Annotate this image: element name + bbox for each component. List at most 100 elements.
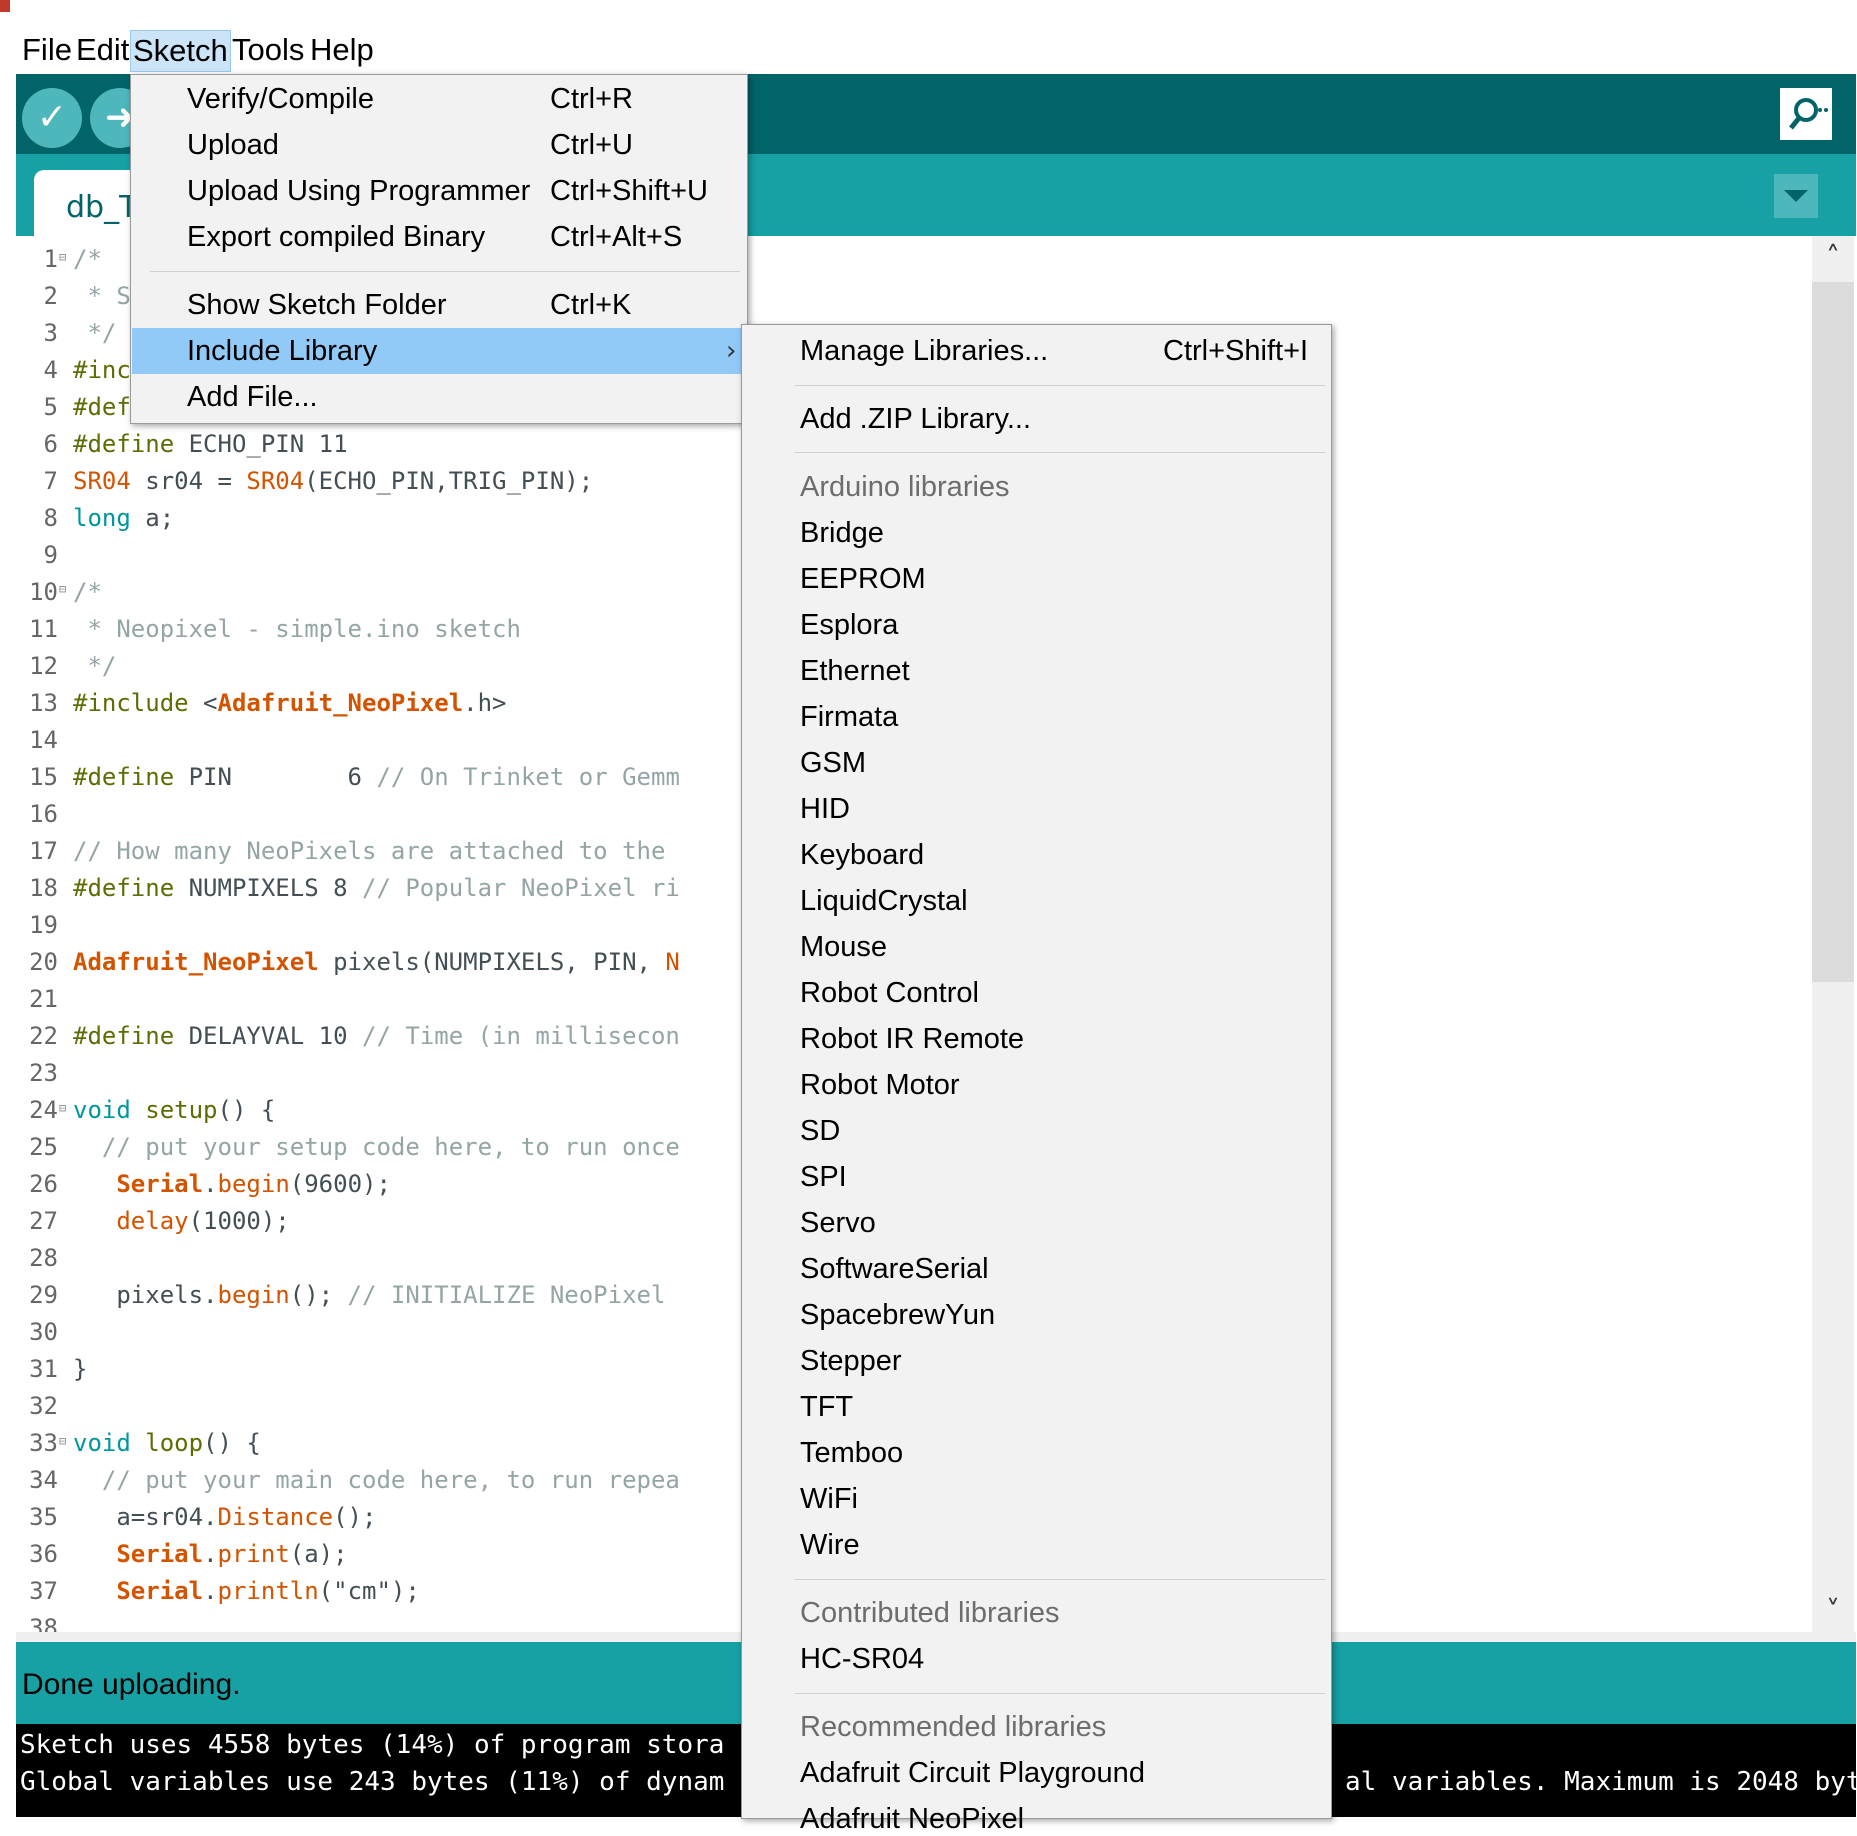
menu-item-export-binary[interactable]: Export compiled Binary [187, 221, 485, 254]
menu-separator [795, 1579, 1325, 1580]
code-line: a=sr04.Distance(); [73, 1503, 377, 1531]
line-number: 27 [29, 1207, 58, 1235]
library-item-wifi[interactable]: WiFi [800, 1483, 858, 1516]
chevron-down-icon [1784, 190, 1808, 202]
code-line: #define ECHO_PIN 11 [73, 430, 348, 458]
menu-item-include-library[interactable]: Include Library [187, 335, 377, 368]
menu-tools[interactable]: Tools [230, 30, 306, 70]
code-line: /* [73, 578, 102, 606]
menu-item-upload-programmer[interactable]: Upload Using Programmer [187, 175, 530, 208]
library-item-bridge[interactable]: Bridge [800, 517, 884, 550]
library-item-sd[interactable]: SD [800, 1115, 840, 1148]
line-number: 25 [29, 1133, 58, 1161]
library-item-ethernet[interactable]: Ethernet [800, 655, 910, 688]
line-number: 15 [29, 763, 58, 791]
line-number: 8 [43, 504, 58, 532]
window-edge [0, 0, 10, 12]
library-item-hc-sr04[interactable]: HC-SR04 [800, 1643, 924, 1676]
library-item-esplora[interactable]: Esplora [800, 609, 898, 642]
line-number: 18 [29, 874, 58, 902]
library-item-wire[interactable]: Wire [800, 1529, 860, 1562]
menu-separator [795, 1693, 1325, 1694]
menu-help[interactable]: Help [308, 30, 376, 70]
menu-file[interactable]: File [20, 30, 74, 70]
shortcut-label: Ctrl+R [550, 83, 633, 115]
verify-button[interactable]: ✓ [22, 88, 82, 148]
code-line: #define NUMPIXELS 8 // Popular NeoPixel … [73, 874, 680, 902]
code-line: * Neopixel - simple.ino sketch [73, 615, 521, 643]
library-item-mouse[interactable]: Mouse [800, 931, 887, 964]
library-item-spi[interactable]: SPI [800, 1161, 847, 1194]
library-item-firmata[interactable]: Firmata [800, 701, 898, 734]
menu-item-upload[interactable]: Upload [187, 129, 279, 162]
console-line-tail: al variables. Maximum is 2048 byt [1345, 1767, 1857, 1797]
fold-icon[interactable]: ⊟ [59, 1434, 66, 1448]
line-number: 13 [29, 689, 58, 717]
menu-separator [795, 452, 1325, 453]
menu-sketch[interactable]: Sketch [130, 30, 231, 72]
line-number: 1 [43, 245, 58, 273]
line-number: 35 [29, 1503, 58, 1531]
line-number: 7 [43, 467, 58, 495]
line-number: 19 [29, 911, 58, 939]
library-item-liquidcrystal[interactable]: LiquidCrystal [800, 885, 968, 918]
library-item-spacebrewyun[interactable]: SpacebrewYun [800, 1299, 995, 1332]
line-number: 6 [43, 430, 58, 458]
chevron-right-icon: › [726, 336, 737, 366]
shortcut-label: Ctrl+K [550, 289, 632, 321]
code-line: long a; [73, 504, 175, 532]
line-number: 33 [29, 1429, 58, 1457]
library-item-tft[interactable]: TFT [800, 1391, 853, 1424]
title-bar [0, 0, 1857, 12]
fold-icon[interactable]: ⊟ [59, 1101, 66, 1115]
line-number: 22 [29, 1022, 58, 1050]
library-item-robot-motor[interactable]: Robot Motor [800, 1069, 960, 1102]
line-number: 28 [29, 1244, 58, 1272]
code-line: Adafruit_NeoPixel pixels(NUMPIXELS, PIN,… [73, 948, 680, 976]
library-item-adafruit-circuit-playground[interactable]: Adafruit Circuit Playground [800, 1757, 1145, 1790]
code-line: } [73, 1355, 88, 1383]
line-number: 36 [29, 1540, 58, 1568]
chevron-down-icon[interactable]: ˅ [1818, 1596, 1848, 1626]
line-number: 31 [29, 1355, 58, 1383]
code-line: Serial.println("cm"); [116, 1577, 420, 1605]
menu-item-show-sketch-folder[interactable]: Show Sketch Folder [187, 289, 447, 322]
library-item-hid[interactable]: HID [800, 793, 850, 826]
scrollbar-thumb[interactable] [1812, 282, 1854, 982]
line-number: 26 [29, 1170, 58, 1198]
code-line: * S [73, 282, 131, 310]
code-line: // put your setup code here, to run once [101, 1133, 680, 1161]
line-number: 37 [29, 1577, 58, 1605]
menu-item-add-file[interactable]: Add File... [187, 381, 318, 414]
code-line: // How many NeoPixels are attached to th… [73, 837, 666, 865]
shortcut-label: Ctrl+Shift+I [1163, 335, 1309, 367]
menu-edit[interactable]: Edit [74, 30, 131, 70]
code-line: void loop() { [73, 1429, 261, 1457]
fold-icon[interactable]: ⊟ [59, 582, 66, 596]
library-item-stepper[interactable]: Stepper [800, 1345, 902, 1378]
check-icon: ✓ [36, 97, 68, 138]
library-item-gsm[interactable]: GSM [800, 747, 866, 780]
code-line: Serial.print(a); [116, 1540, 348, 1568]
library-item-robot-ir-remote[interactable]: Robot IR Remote [800, 1023, 1024, 1056]
serial-monitor-button[interactable] [1780, 88, 1832, 140]
console-line: Sketch uses 4558 bytes (14%) of program … [20, 1730, 725, 1760]
code-line: SR04 sr04 = SR04(ECHO_PIN,TRIG_PIN); [73, 467, 594, 495]
library-item-keyboard[interactable]: Keyboard [800, 839, 924, 872]
library-item-temboo[interactable]: Temboo [800, 1437, 903, 1470]
menu-item-manage-libraries[interactable]: Manage Libraries... [800, 335, 1048, 368]
library-item-eeprom[interactable]: EEPROM [800, 563, 926, 596]
library-item-servo[interactable]: Servo [800, 1207, 876, 1240]
library-item-robot-control[interactable]: Robot Control [800, 977, 979, 1010]
menu-item-verify-compile[interactable]: Verify/Compile [187, 83, 374, 116]
line-number: 23 [29, 1059, 58, 1087]
line-number: 9 [43, 541, 58, 569]
line-number: 16 [29, 800, 58, 828]
library-item-softwareserial[interactable]: SoftwareSerial [800, 1253, 989, 1286]
menu-item-add-zip-library[interactable]: Add .ZIP Library... [800, 403, 1031, 436]
library-item-adafruit-neopixel[interactable]: Adafruit NeoPixel [800, 1803, 1024, 1836]
tab-menu-button[interactable] [1774, 174, 1818, 218]
fold-icon[interactable]: ⊟ [59, 250, 66, 264]
chevron-up-icon[interactable]: ˄ [1818, 242, 1848, 272]
code-line: /* [73, 245, 102, 273]
